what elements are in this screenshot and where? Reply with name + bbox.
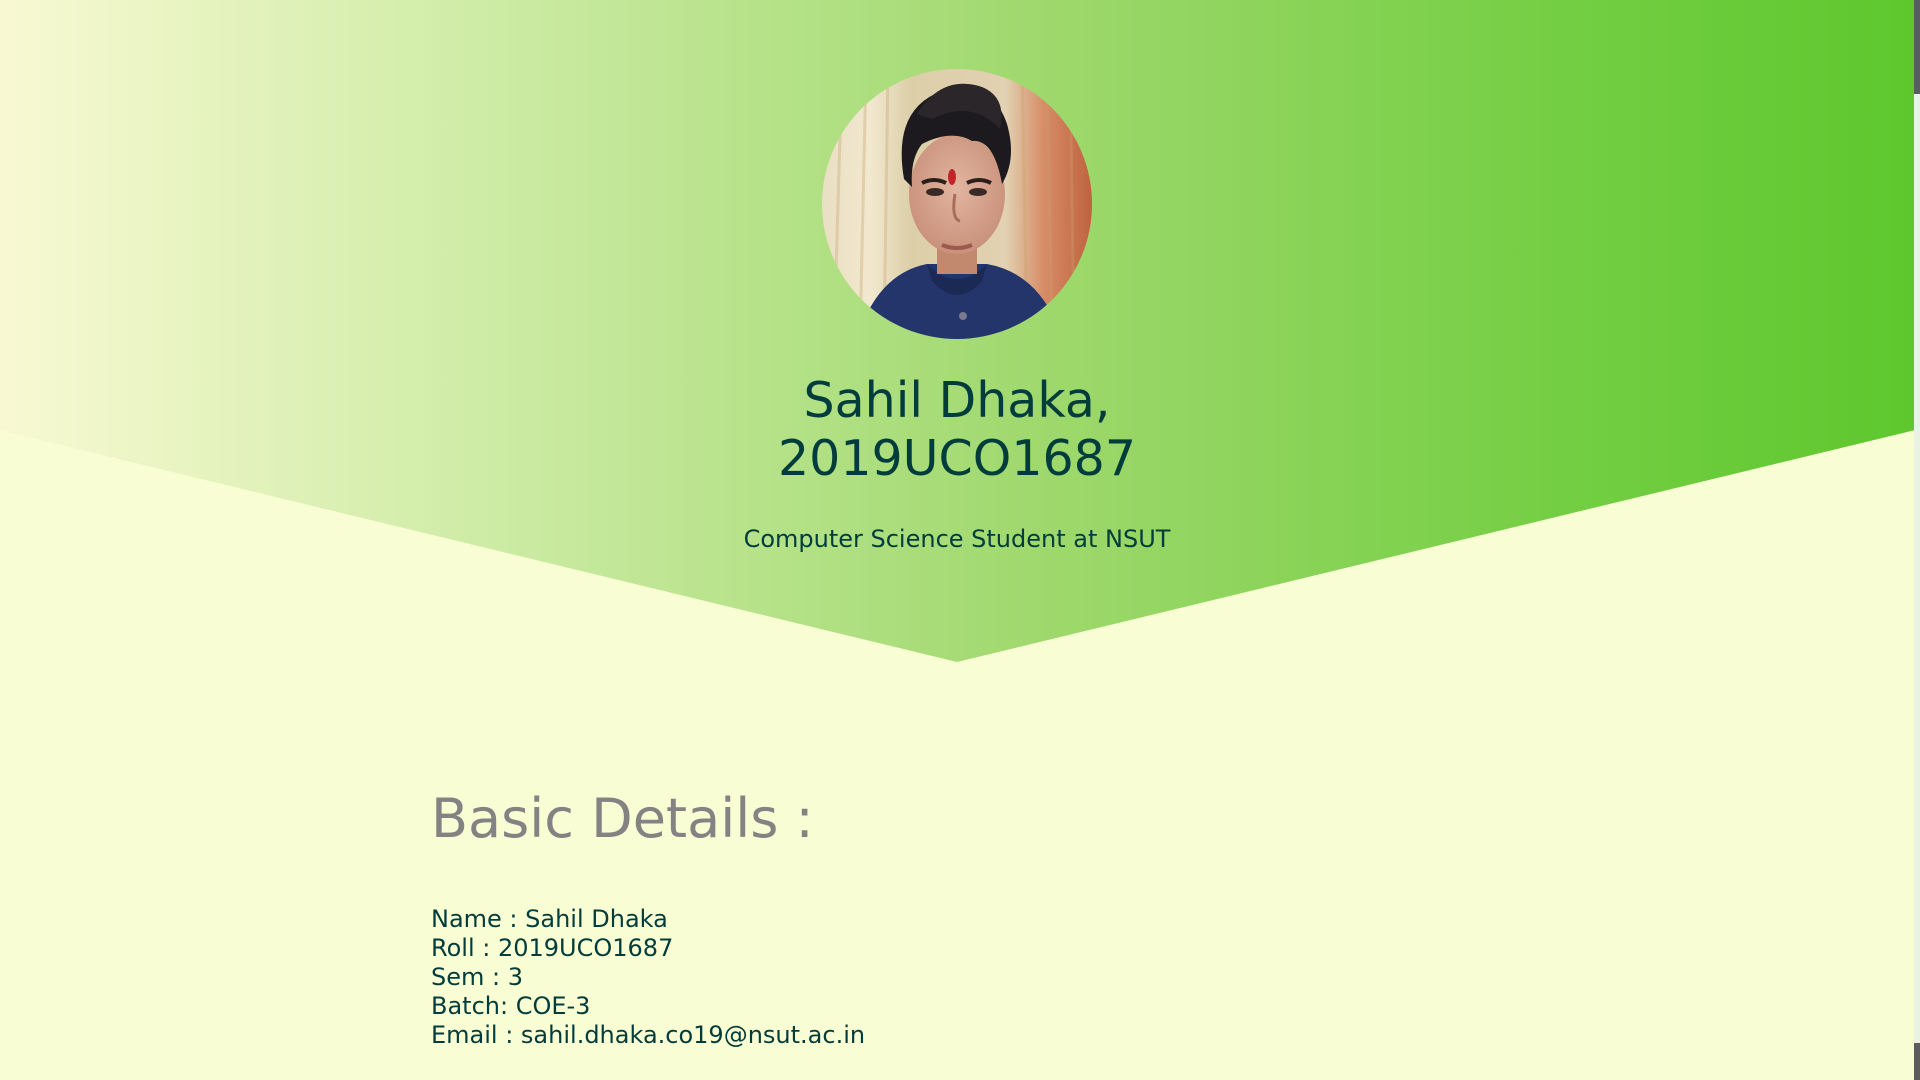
profile-subtitle: Computer Science Student at NSUT — [743, 525, 1171, 553]
detail-batch: Batch: COE-3 — [431, 992, 591, 1020]
basic-details-heading: Basic Details : — [431, 787, 814, 850]
profile-name-title: Sahil Dhaka, 2019UCO1687 — [557, 372, 1357, 488]
detail-sem: Sem : 3 — [431, 963, 523, 991]
profile-name-line2: 2019UCO1687 — [777, 430, 1137, 487]
detail-email: Email : sahil.dhaka.co19@nsut.ac.in — [431, 1021, 866, 1049]
profile-avatar — [822, 69, 1092, 339]
page-scrollbar-bottom[interactable] — [1914, 1043, 1920, 1080]
detail-name: Name : Sahil Dhaka — [431, 905, 668, 933]
basic-details-list: Name : Sahil Dhaka Roll : 2019UCO1687 Se… — [431, 905, 865, 1050]
detail-roll: Roll : 2019UCO1687 — [431, 934, 674, 962]
profile-name-line1: Sahil Dhaka, — [803, 372, 1111, 429]
profile-page: Sahil Dhaka, 2019UCO1687 Computer Scienc… — [0, 0, 1920, 1080]
page-scrollbar-track[interactable] — [1914, 0, 1920, 1080]
page-scrollbar-thumb[interactable] — [1914, 0, 1920, 94]
